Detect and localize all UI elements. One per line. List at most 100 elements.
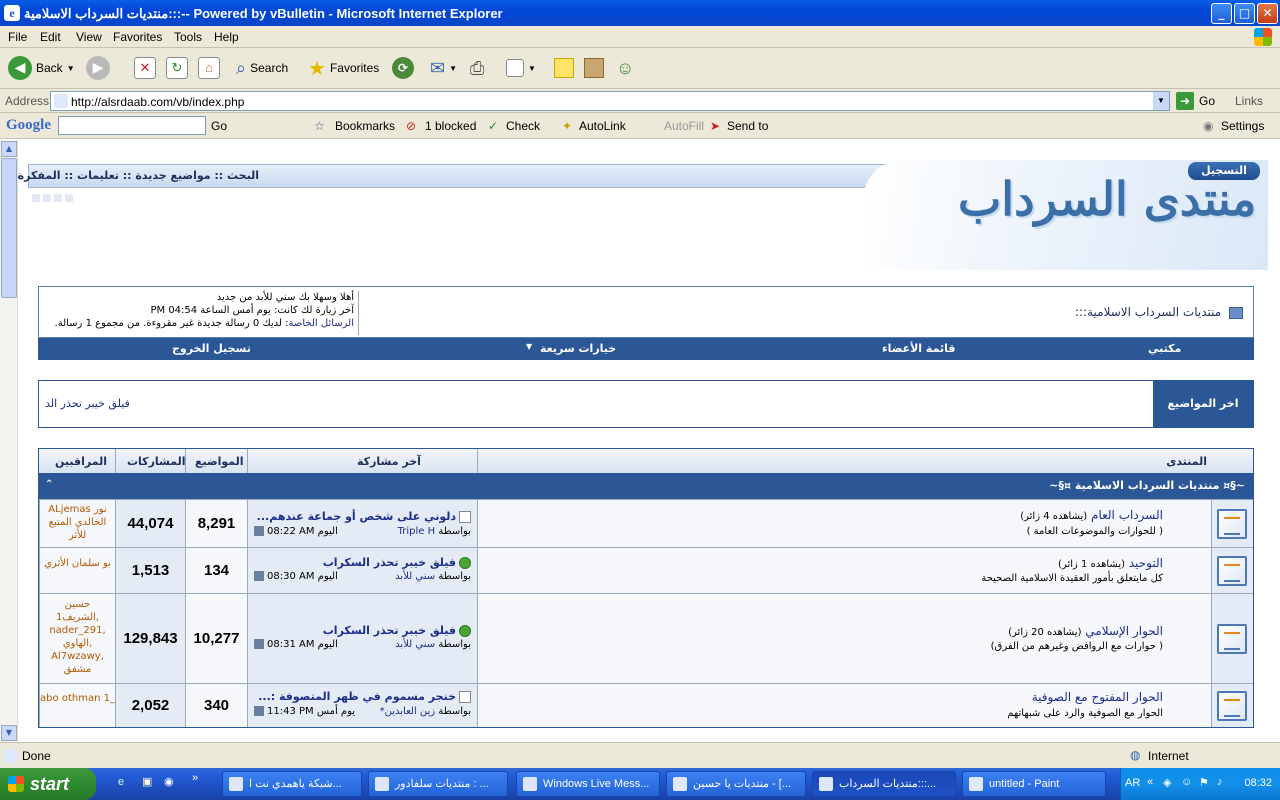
messenger-icon[interactable]: ☺ [616, 58, 634, 79]
author-link[interactable]: سني للأبد [395, 639, 435, 650]
taskbar-item[interactable]: منتديات سلفادور : ... [368, 771, 508, 797]
mail-icon[interactable]: ✉ [430, 58, 445, 79]
favorites-button[interactable]: ★ Favorites [308, 56, 379, 80]
vertical-scrollbar[interactable]: ▲ ▼ [0, 140, 18, 742]
menu-favorites[interactable]: Favorites [113, 30, 162, 44]
menu-help[interactable]: Help [214, 30, 239, 44]
go-to-post-icon[interactable] [254, 706, 264, 716]
tray-network-icon[interactable]: ◈ [1163, 776, 1171, 789]
search-button[interactable]: ⌕ Search [236, 56, 288, 80]
moderators-list[interactable]: بو سلمان الأثري [40, 557, 115, 570]
header-links[interactable]: البحث :: مواضيع جديدة :: تعليمات :: المف… [18, 164, 940, 188]
quick-options-dropdown-icon[interactable]: ▼ [526, 342, 532, 351]
category-title[interactable]: ~§¤ منتديات السرداب الاسلامية ¤§~ [1049, 479, 1245, 492]
posts-value: 44,074 [127, 514, 174, 532]
nav-quick-options[interactable]: خيارات سريعة [540, 342, 616, 355]
mail-dropdown-icon[interactable]: ▼ [449, 64, 457, 73]
forward-button[interactable]: ▶ [86, 56, 110, 80]
home-icon[interactable]: ⌂ [198, 57, 220, 79]
tray-security-icon[interactable]: ⚑ [1199, 776, 1209, 789]
scroll-down-icon[interactable]: ▼ [1, 725, 17, 741]
links-button[interactable]: Links [1235, 94, 1263, 108]
last-visit-text: آخر زيارة لك كانت: يوم أمس الساعة 04:54 … [150, 305, 354, 316]
address-dropdown-icon[interactable]: ▼ [1153, 92, 1169, 110]
minimize-button[interactable]: _ [1211, 3, 1232, 24]
menu-edit[interactable]: Edit [40, 30, 61, 44]
back-dropdown-icon[interactable]: ▼ [67, 64, 75, 73]
send-to-button[interactable]: Send to [727, 119, 768, 133]
quicklaunch-ie-icon[interactable]: e [118, 776, 124, 788]
threads-count: 10,277 [185, 594, 247, 683]
scroll-thumb[interactable] [1, 158, 17, 298]
private-messages-link[interactable]: الرسائل الخاصة [289, 318, 354, 329]
nav-logout[interactable]: تسجيل الخروج [172, 342, 251, 355]
print-icon[interactable]: ⎙ [470, 58, 484, 79]
collapse-icon[interactable]: ⌃ [45, 479, 53, 490]
forum-title[interactable]: التوحيد (يشاهده 1 زائر) [1058, 556, 1163, 570]
tray-messenger-icon[interactable]: ☺ [1181, 776, 1192, 788]
register-link[interactable]: التسجيل [1188, 162, 1260, 180]
go-to-post-icon[interactable] [254, 639, 264, 649]
address-input[interactable]: http://alsrdaab.com/vb/index.php ▼ [50, 91, 1170, 111]
author-link[interactable]: سني للأبد [395, 571, 435, 582]
edit-dropdown-icon[interactable]: ▼ [528, 64, 536, 73]
nav-members-list[interactable]: قائمة الأعضاء [882, 342, 955, 355]
moderators-list[interactable]: ALjemas نور الخالدي المتبع للأثر [40, 503, 115, 542]
taskbar-item[interactable]: untitled - Paint [962, 771, 1106, 797]
refresh-icon[interactable]: ↻ [166, 57, 188, 79]
quicklaunch-more-icon[interactable]: » [192, 772, 198, 784]
last-post-title[interactable]: خنجر مسموم في ظهر المتصوفة :... [258, 690, 471, 703]
bookmarks-button[interactable]: Bookmarks [335, 119, 395, 133]
tray-expand-icon[interactable]: « [1147, 776, 1153, 788]
search-label: Search [250, 61, 289, 75]
moderators-list[interactable]: abo othman 1_ [40, 692, 115, 705]
breadcrumb[interactable]: منتديات السرداب الاسلامية::: [1075, 305, 1243, 319]
last-post-title[interactable]: فيلق خيبر تحذر السكراب [323, 556, 471, 569]
nav-my-office[interactable]: مكتبي [1148, 342, 1181, 355]
author-link[interactable]: زين العابدين* [380, 706, 436, 717]
settings-button[interactable]: Settings [1221, 119, 1264, 133]
go-to-post-icon[interactable] [254, 571, 264, 581]
quicklaunch-desktop-icon[interactable]: ▣ [142, 775, 152, 788]
forum-title[interactable]: الحوار الإسلامي (يشاهده 20 زائر) [1008, 624, 1163, 638]
last-post-title[interactable]: دلوني على شخص أو جماعة عندهم... [257, 510, 471, 523]
latest-topic-link[interactable]: فيلق خيبر تحذر الد [45, 397, 130, 410]
autolink-button[interactable]: AutoLink [579, 119, 626, 133]
go-button[interactable]: Go [1199, 94, 1215, 108]
start-button[interactable]: start [0, 768, 96, 800]
discuss-icon[interactable] [554, 58, 574, 78]
threads-value: 340 [203, 696, 230, 714]
author-link[interactable]: Triple H [398, 526, 436, 537]
check-button[interactable]: Check [506, 119, 540, 133]
back-button[interactable]: ◀ Back ▼ [8, 56, 75, 80]
menu-view[interactable]: View [76, 30, 102, 44]
history-icon[interactable]: ⟳ [392, 57, 414, 79]
google-search-input[interactable] [58, 116, 206, 135]
taskbar-item[interactable]: منتديات يا حسين - [... [666, 771, 806, 797]
pm-line: الرسائل الخاصة: لديك 0 رسالة جديدة غير م… [43, 317, 354, 330]
stop-icon[interactable]: ✕ [134, 57, 156, 79]
menu-tools[interactable]: Tools [174, 30, 202, 44]
close-button[interactable]: ✕ [1257, 3, 1278, 24]
research-icon[interactable] [584, 58, 604, 78]
go-to-post-icon[interactable] [254, 526, 264, 536]
maximize-button[interactable]: □ [1234, 3, 1255, 24]
forum-title[interactable]: السرداب العام (يشاهده 4 زائر) [1020, 508, 1163, 522]
quicklaunch-media-icon[interactable]: ◉ [164, 775, 174, 788]
popup-blocked-button[interactable]: 1 blocked [425, 119, 476, 133]
google-go-button[interactable]: Go [211, 119, 227, 133]
go-arrow-icon[interactable]: ➜ [1176, 92, 1194, 110]
taskbar-item[interactable]: شبكة ياهمدي نت ا... [222, 771, 362, 797]
menu-file[interactable]: File [8, 30, 27, 44]
tray-volume-icon[interactable]: ♪ [1217, 776, 1223, 788]
address-bar: Address http://alsrdaab.com/vb/index.php… [0, 89, 1280, 113]
edit-icon[interactable] [506, 59, 524, 77]
moderators-list[interactable]: حسين الشريف1, nader_291, الهاوي, Al7wzaw… [40, 598, 115, 676]
taskbar-item-active[interactable]: منتديات السرداب:::... [812, 771, 956, 797]
last-post-author: بواسطة سني للأبد [395, 639, 471, 650]
taskbar-item[interactable]: Windows Live Mess... [516, 771, 660, 797]
last-post-title[interactable]: فيلق خيبر تحذر السكراب [323, 624, 471, 637]
scroll-up-icon[interactable]: ▲ [1, 141, 17, 157]
language-indicator[interactable]: AR [1125, 777, 1140, 789]
forum-title[interactable]: الحوار المفتوح مع الصوفية [1032, 690, 1163, 704]
